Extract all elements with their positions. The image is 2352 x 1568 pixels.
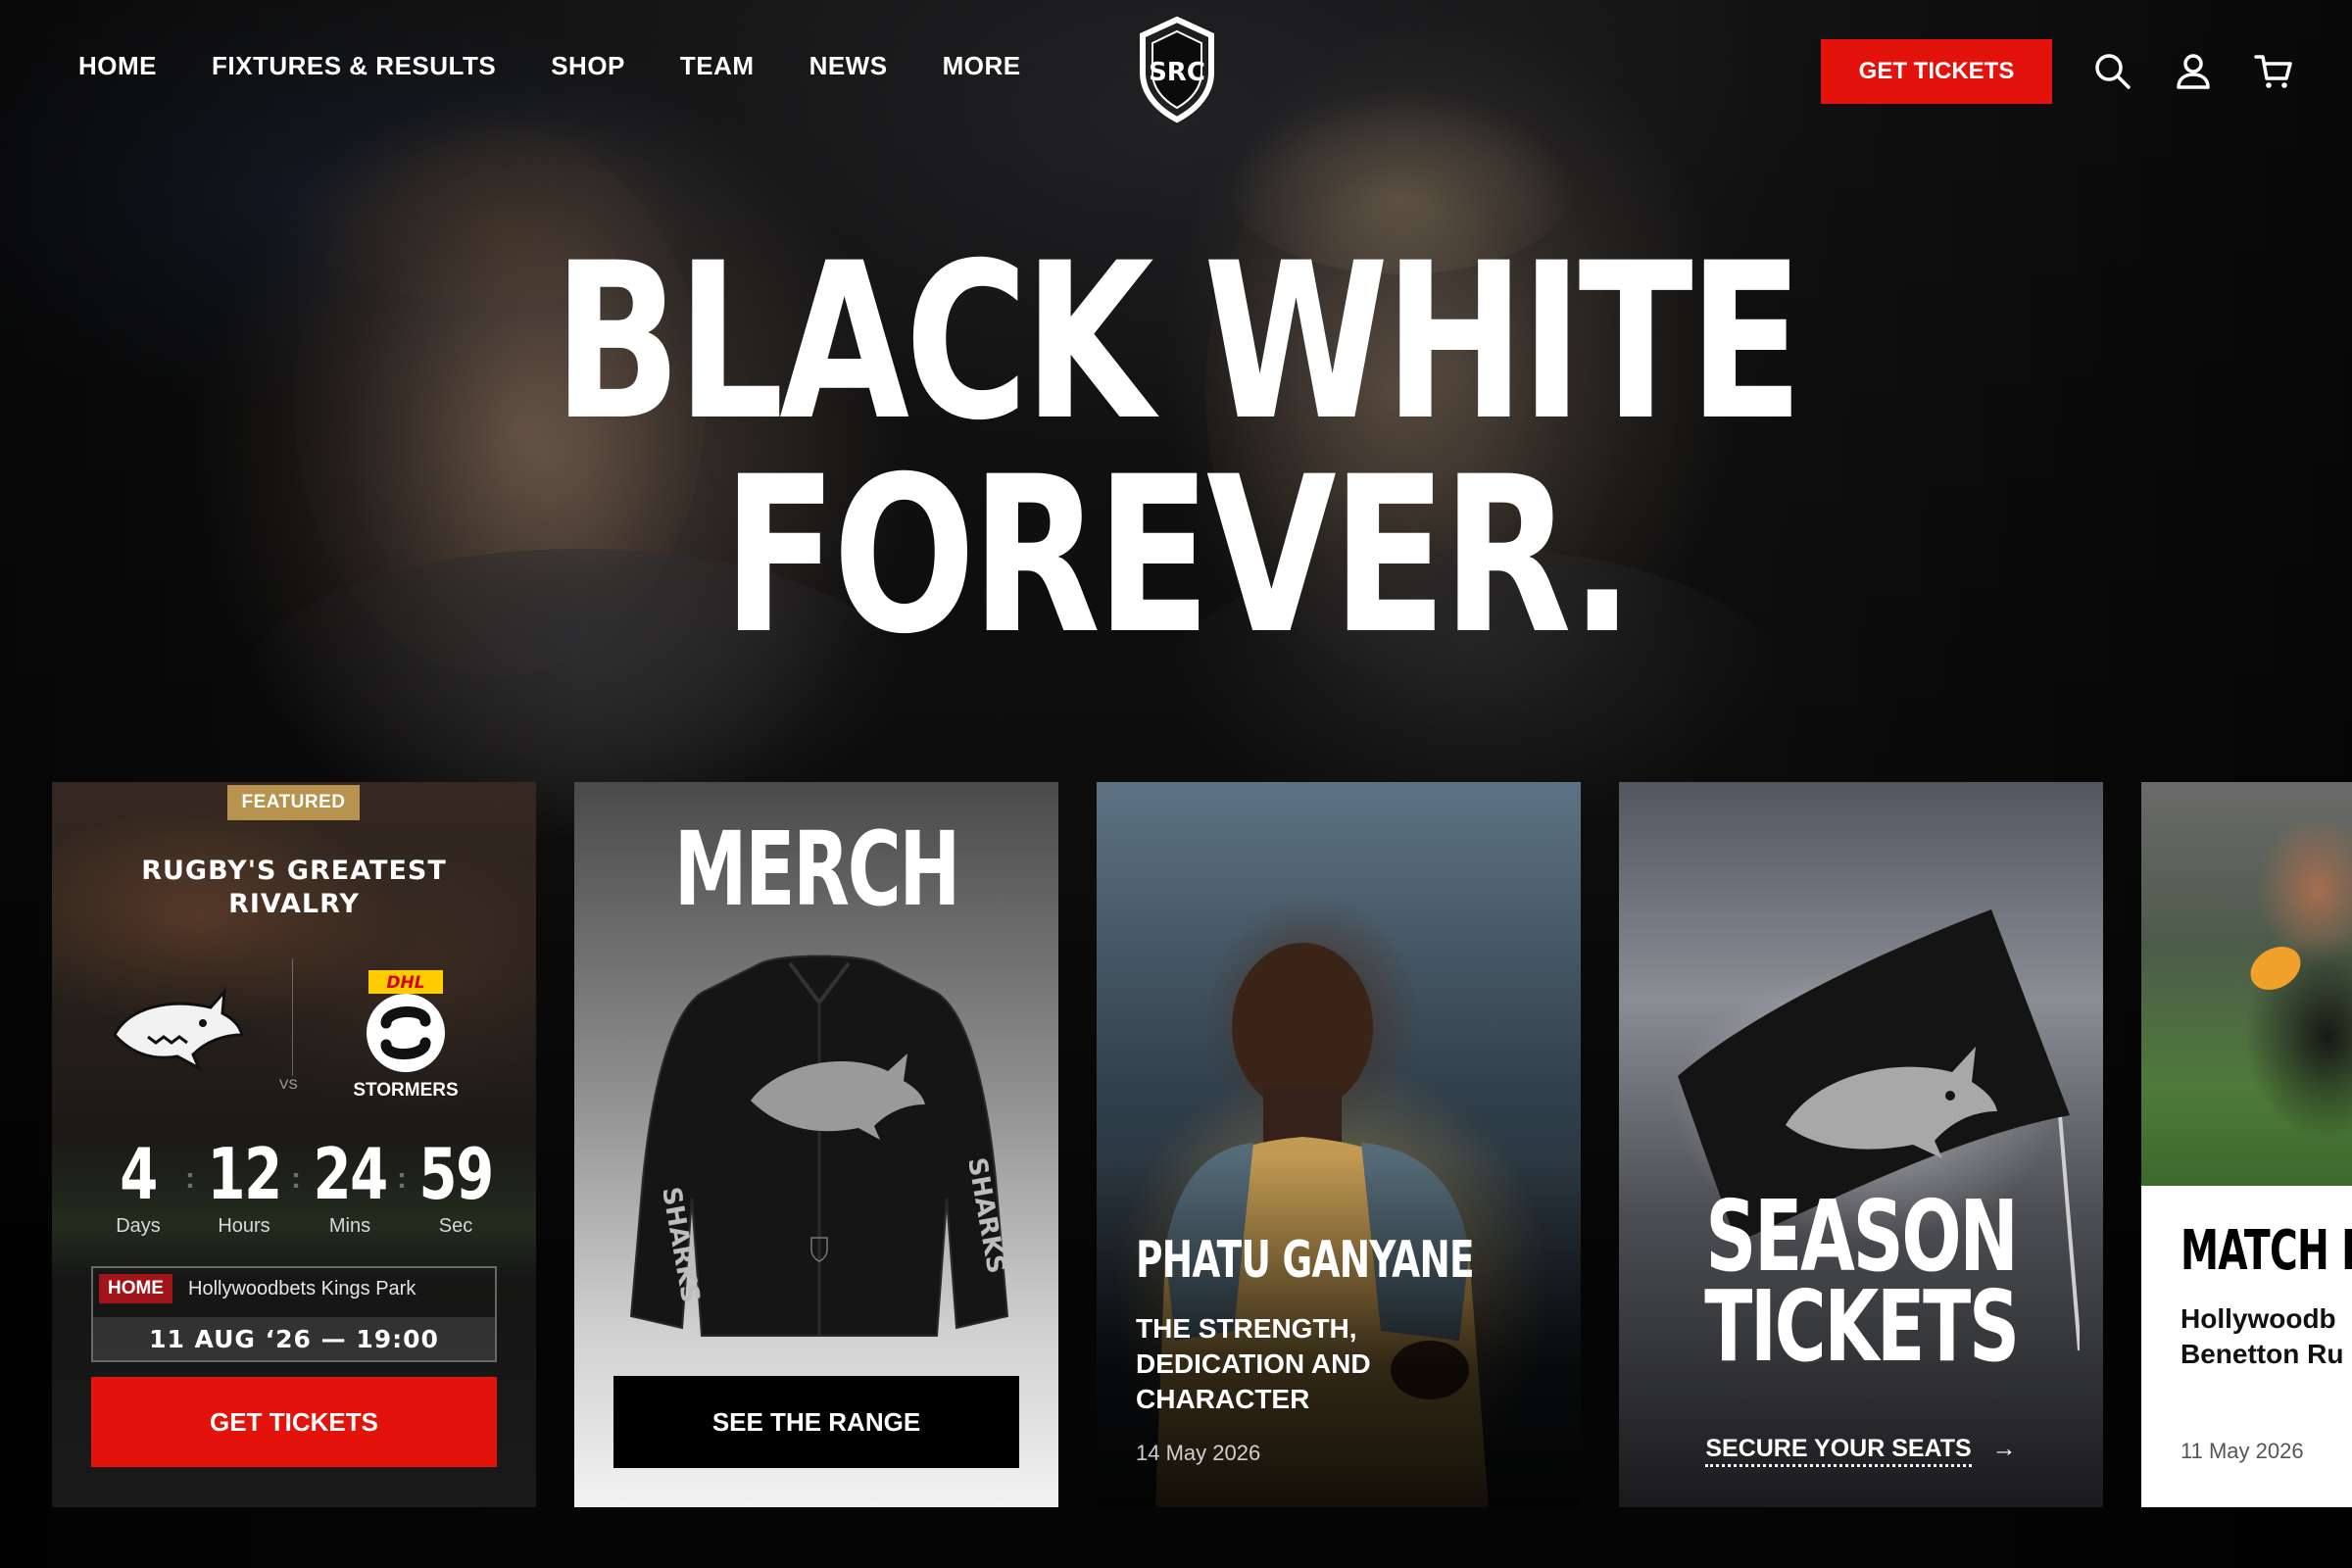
- countdown-separator: :: [397, 1162, 407, 1195]
- countdown-secs-value: 59: [418, 1133, 495, 1215]
- match-countdown: 4 Days : 12 Hours : 24 Mins : 59 Sec: [91, 1135, 503, 1238]
- jacket-image: SHARKS SHARKS: [629, 955, 1010, 1337]
- secure-your-seats-label: SECURE YOUR SEATS: [1705, 1435, 1972, 1467]
- featured-fixture-card: FEATURED RUGBY'S GREATEST RIVALRY VS DHL…: [52, 782, 536, 1507]
- countdown-days-label: Days: [116, 1215, 161, 1237]
- nav-actions: GET TICKETS: [1821, 39, 2293, 104]
- account-icon[interactable]: [2174, 52, 2213, 91]
- rugby-ball: [2242, 938, 2309, 999]
- featured-badge: FEATURED: [227, 785, 360, 820]
- countdown-days-value: 4: [120, 1133, 158, 1215]
- secure-your-seats-link[interactable]: SECURE YOUR SEATS →: [1619, 1435, 2103, 1467]
- nav-more[interactable]: MORE: [943, 51, 1021, 81]
- logo-text: SRC: [1149, 58, 1205, 87]
- match-report-date: 11 May 2026: [2180, 1439, 2304, 1463]
- merch-card[interactable]: MERCH SHARKS SHARKS SEE THE RANGE: [574, 782, 1058, 1507]
- match-datetime: 11 AUG ‘26 — 19:00: [93, 1317, 495, 1360]
- club-logo[interactable]: SRC: [1137, 16, 1217, 123]
- fixture-title: RUGBY'S GREATEST RIVALRY: [52, 855, 536, 921]
- dhl-sponsor-text: DHL: [386, 973, 424, 993]
- vs-label: VS: [279, 1076, 298, 1092]
- nav-news[interactable]: NEWS: [809, 51, 888, 81]
- nav-home[interactable]: HOME: [78, 51, 157, 81]
- countdown-secs-label: Sec: [438, 1215, 473, 1237]
- player-story-card[interactable]: PHATU GANYANE THE STRENGTH, DEDICATION A…: [1097, 782, 1581, 1507]
- arrow-right-icon: →: [1991, 1435, 2017, 1462]
- nav-shop[interactable]: SHOP: [551, 51, 625, 81]
- countdown-secs: 59 Sec: [409, 1135, 503, 1238]
- top-navigation: HOME FIXTURES & RESULTS SHOP TEAM NEWS M…: [0, 0, 2352, 137]
- player-story-line3: CHARACTER: [1136, 1384, 1310, 1414]
- hero-headline: BLACK WHITE FOREVER.: [259, 217, 2093, 681]
- match-report-card[interactable]: MATCH REI Hollywoodb Benetton Ru 11 May …: [2141, 782, 2352, 1507]
- countdown-hours-label: Hours: [218, 1215, 270, 1237]
- player-name: PHATU GANYANE: [1136, 1231, 1475, 1290]
- player-story-date: 14 May 2026: [1136, 1441, 1261, 1465]
- season-tickets-title: SEASON TICKETS: [1687, 1188, 2035, 1384]
- countdown-days: 4 Days :: [91, 1133, 195, 1238]
- header-get-tickets-button[interactable]: GET TICKETS: [1821, 39, 2052, 104]
- merch-title: MERCH: [673, 809, 960, 929]
- season-tickets-card[interactable]: SEASON TICKETS SECURE YOUR SEATS →: [1619, 782, 2103, 1507]
- countdown-hours: 12 Hours :: [197, 1133, 301, 1238]
- countdown-mins: 24 Mins :: [303, 1133, 407, 1238]
- countdown-hours-value: 12: [207, 1133, 283, 1215]
- nav-team[interactable]: TEAM: [680, 51, 755, 81]
- match-report-line2: Benetton Ru: [2180, 1339, 2344, 1369]
- hero-headline-line2: FOREVER.: [722, 430, 1634, 681]
- venue-row: HOME Hollywoodbets Kings Park: [99, 1274, 416, 1303]
- player-story-description: THE STRENGTH, DEDICATION AND CHARACTER: [1136, 1311, 1528, 1417]
- fixture-title-line1: RUGBY'S GREATEST: [141, 856, 447, 886]
- season-tickets-line2: TICKETS: [1704, 1269, 2020, 1384]
- hero-headline-line1: BLACK WHITE: [553, 217, 1803, 467]
- cart-icon[interactable]: [2254, 52, 2293, 91]
- countdown-separator: :: [291, 1162, 301, 1195]
- fixture-get-tickets-button[interactable]: GET TICKETS: [91, 1377, 497, 1467]
- countdown-separator: :: [185, 1162, 195, 1195]
- search-icon[interactable]: [2093, 52, 2132, 91]
- countdown-mins-value: 24: [313, 1133, 389, 1215]
- player-story-line1: THE STRENGTH,: [1136, 1313, 1357, 1344]
- vs-divider: [292, 958, 293, 1076]
- venue-box: HOME Hollywoodbets Kings Park 11 AUG ‘26…: [91, 1266, 497, 1362]
- home-tag: HOME: [99, 1274, 172, 1303]
- sharks-logo-icon: [113, 987, 244, 1072]
- match-report-title: MATCH REI: [2180, 1219, 2352, 1283]
- venue-name: Hollywoodbets Kings Park: [188, 1277, 416, 1299]
- see-the-range-button[interactable]: SEE THE RANGE: [613, 1376, 1019, 1468]
- main-menu: HOME FIXTURES & RESULTS SHOP TEAM NEWS M…: [78, 51, 1021, 81]
- match-report-description: Hollywoodb Benetton Ru: [2180, 1301, 2352, 1372]
- away-team-name: STORMERS: [353, 1080, 459, 1101]
- countdown-mins-label: Mins: [328, 1215, 371, 1237]
- match-report-line1: Hollywoodb: [2180, 1303, 2336, 1334]
- stormers-logo-icon: DHL: [367, 970, 445, 1072]
- nav-fixtures-results[interactable]: FIXTURES & RESULTS: [212, 51, 496, 81]
- match-report-photo: [2141, 782, 2352, 1186]
- player-story-line2: DEDICATION AND: [1136, 1348, 1371, 1379]
- fixture-title-line2: RIVALRY: [228, 889, 360, 919]
